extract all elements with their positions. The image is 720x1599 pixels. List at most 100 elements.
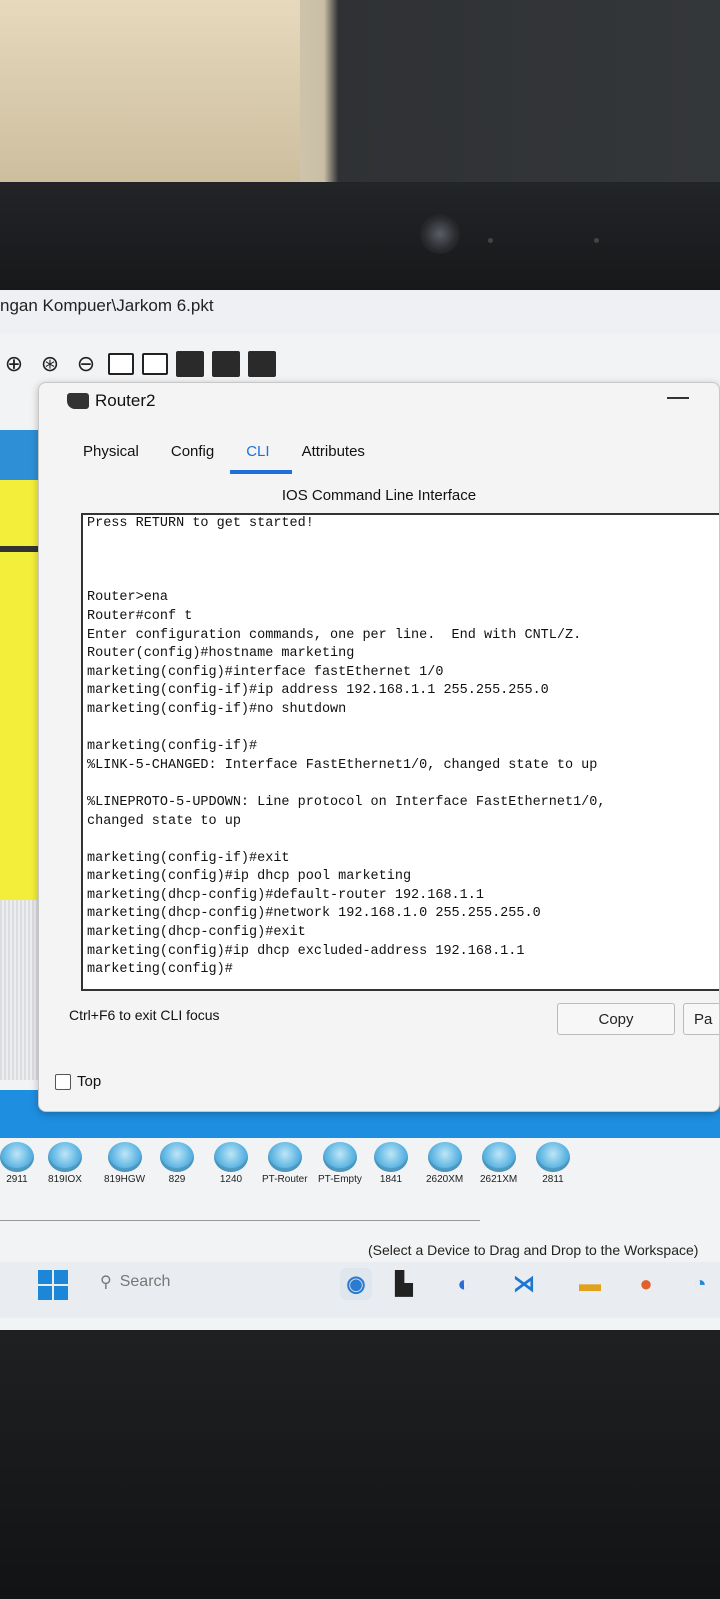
cli-terminal[interactable]: Press RETURN to get started! Router>ena Ro… [81,513,719,991]
router-device-icon[interactable] [322,1142,357,1172]
paste-button[interactable]: Pa [683,1003,719,1035]
app-icon[interactable]: ◐ [448,1268,480,1300]
windows-start-icon[interactable] [38,1270,68,1300]
vscode-icon[interactable]: ⋊ [508,1268,540,1300]
palette-divider [0,1220,480,1221]
window-title: ngan Kompuer\Jarkom 6.pkt [0,296,214,315]
tab-physical[interactable]: Physical [83,435,153,470]
zoom-out-icon[interactable]: ⊖ [72,350,100,378]
tab-config[interactable]: Config [171,435,228,470]
firefox-icon[interactable]: ● [630,1268,662,1300]
edge-icon[interactable]: ◔ [684,1268,716,1300]
copy-button[interactable]: Copy [557,1003,675,1035]
device-7[interactable]: 1841 [374,1142,408,1185]
cli-focus-hint: Ctrl+F6 to exit CLI focus [69,1007,220,1023]
device-5[interactable]: PT-Router [262,1142,308,1185]
device-4[interactable]: 1240 [214,1142,248,1185]
terminal-line: marketing(config-if)#no shutdown [87,701,347,717]
router-device-icon[interactable] [267,1142,302,1172]
rectangle-tool-icon[interactable] [108,353,134,375]
terminal-line: marketing(config)#interface fastEthernet… [87,664,444,680]
device-label: 829 [168,1174,186,1185]
device-10[interactable]: 2811 [536,1142,570,1185]
device-label: 2911 [6,1174,28,1185]
taskbar-search[interactable]: ⚲ Search [100,1272,170,1292]
laptop-screen: ngan Kompuer\Jarkom 6.pkt ⊕ ⊛ ⊖ Router2 … [0,290,720,1362]
capture-icon[interactable] [248,351,276,377]
pdu-complex-icon[interactable] [212,351,240,377]
dialog-title-bar: Router2 [67,391,155,411]
device-8[interactable]: 2620XM [426,1142,463,1185]
folder-icon[interactable]: ▬ [574,1268,606,1300]
router-device-icon[interactable] [374,1142,408,1172]
terminal-line: %LINEPROTO-5-UPDOWN: Line protocol on In… [87,794,606,810]
search-placeholder: Search [119,1273,171,1290]
router-icon [67,393,89,409]
device-label: 819IOX [48,1174,82,1185]
zoom-reset-icon[interactable]: ⊛ [36,350,64,378]
terminal-line: Press RETURN to get started! [87,516,314,531]
minimize-icon[interactable] [667,397,689,399]
background-light [0,0,300,190]
checkbox-box[interactable] [55,1073,71,1090]
cli-heading: IOS Command Line Interface [281,487,477,504]
sensor-dot-icon [594,238,599,243]
top-checkbox[interactable]: Top [55,1073,101,1090]
router-device-icon[interactable] [48,1142,82,1172]
laptop-top-bezel [0,182,720,292]
device-palette: 2911 819IOX 819HGW 829 1240 PT-Router PT-Empty… [0,1138,720,1202]
device-label: 2811 [542,1174,564,1185]
device-label: 1841 [379,1174,403,1185]
router-dialog: Router2 Physical Config CLI Attributes I… [38,382,720,1112]
terminal-line: marketing(config)# [87,962,233,978]
device-label: PT-Router [262,1174,308,1185]
tab-cli[interactable]: CLI [230,435,292,474]
device-3[interactable]: 829 [160,1142,194,1185]
dialog-title: Router2 [95,391,156,410]
search-icon: ⚲ [100,1274,112,1291]
router-device-icon[interactable] [481,1142,516,1172]
device-1[interactable]: 819IOX [48,1142,82,1185]
top-label: Top [77,1073,102,1090]
device-label: 2620XM [426,1174,464,1185]
terminal-line: Enter configuration commands, one per li… [87,627,582,643]
terminal-line: marketing(config)#ip dhcp pool marketing [87,869,412,885]
zoom-in-icon[interactable]: ⊕ [0,350,28,378]
file-explorer-icon[interactable]: ▙ [388,1268,420,1300]
router-device-icon[interactable] [214,1142,248,1172]
terminal-line: marketing(config-if)#exit [87,850,290,866]
router-device-icon[interactable] [427,1142,462,1172]
device-6[interactable]: PT-Empty [318,1142,362,1185]
pdu-simple-icon[interactable] [176,351,204,377]
terminal-line: changed state to up [87,813,241,829]
photo-frame: ngan Kompuer\Jarkom 6.pkt ⊕ ⊛ ⊖ Router2 … [0,0,720,1599]
router-device-icon[interactable] [0,1142,34,1172]
app-title-bar: ngan Kompuer\Jarkom 6.pkt [0,290,720,334]
webcam-icon [420,214,460,254]
device-label: 1240 [219,1174,243,1185]
tab-attributes[interactable]: Attributes [302,435,379,470]
router-device-icon[interactable] [107,1142,142,1172]
palette-tool-icon[interactable] [142,353,168,375]
drag-hint: (Select a Device to Drag and Drop to the… [368,1242,699,1258]
device-0[interactable]: 2911 [0,1142,34,1185]
terminal-line: %LINK-5-CHANGED: Interface FastEthernet1… [87,757,598,773]
router-device-icon[interactable] [536,1142,570,1172]
bing-icon[interactable]: ◉ [340,1268,372,1300]
terminal-line: marketing(config-if)#ip address 192.168.… [87,683,549,699]
device-2[interactable]: 819HGW [104,1142,145,1185]
terminal-line: marketing(dhcp-config)#network 192.168.1… [87,906,541,922]
terminal-line: Router#conf t [87,608,193,624]
terminal-line: marketing(config-if)# [87,739,258,755]
router-device-icon[interactable] [160,1142,194,1172]
device-label: 2621XM [480,1174,518,1185]
terminal-line: marketing(dhcp-config)#default-router 19… [87,887,484,903]
device-label: 819HGW [104,1174,146,1185]
terminal-line: marketing(dhcp-config)#exit [87,925,306,941]
device-9[interactable]: 2621XM [480,1142,517,1185]
windows-taskbar: ⚲ Search ◉ ▙ ◐ ⋊ ▬ ● ◔ [0,1262,720,1318]
